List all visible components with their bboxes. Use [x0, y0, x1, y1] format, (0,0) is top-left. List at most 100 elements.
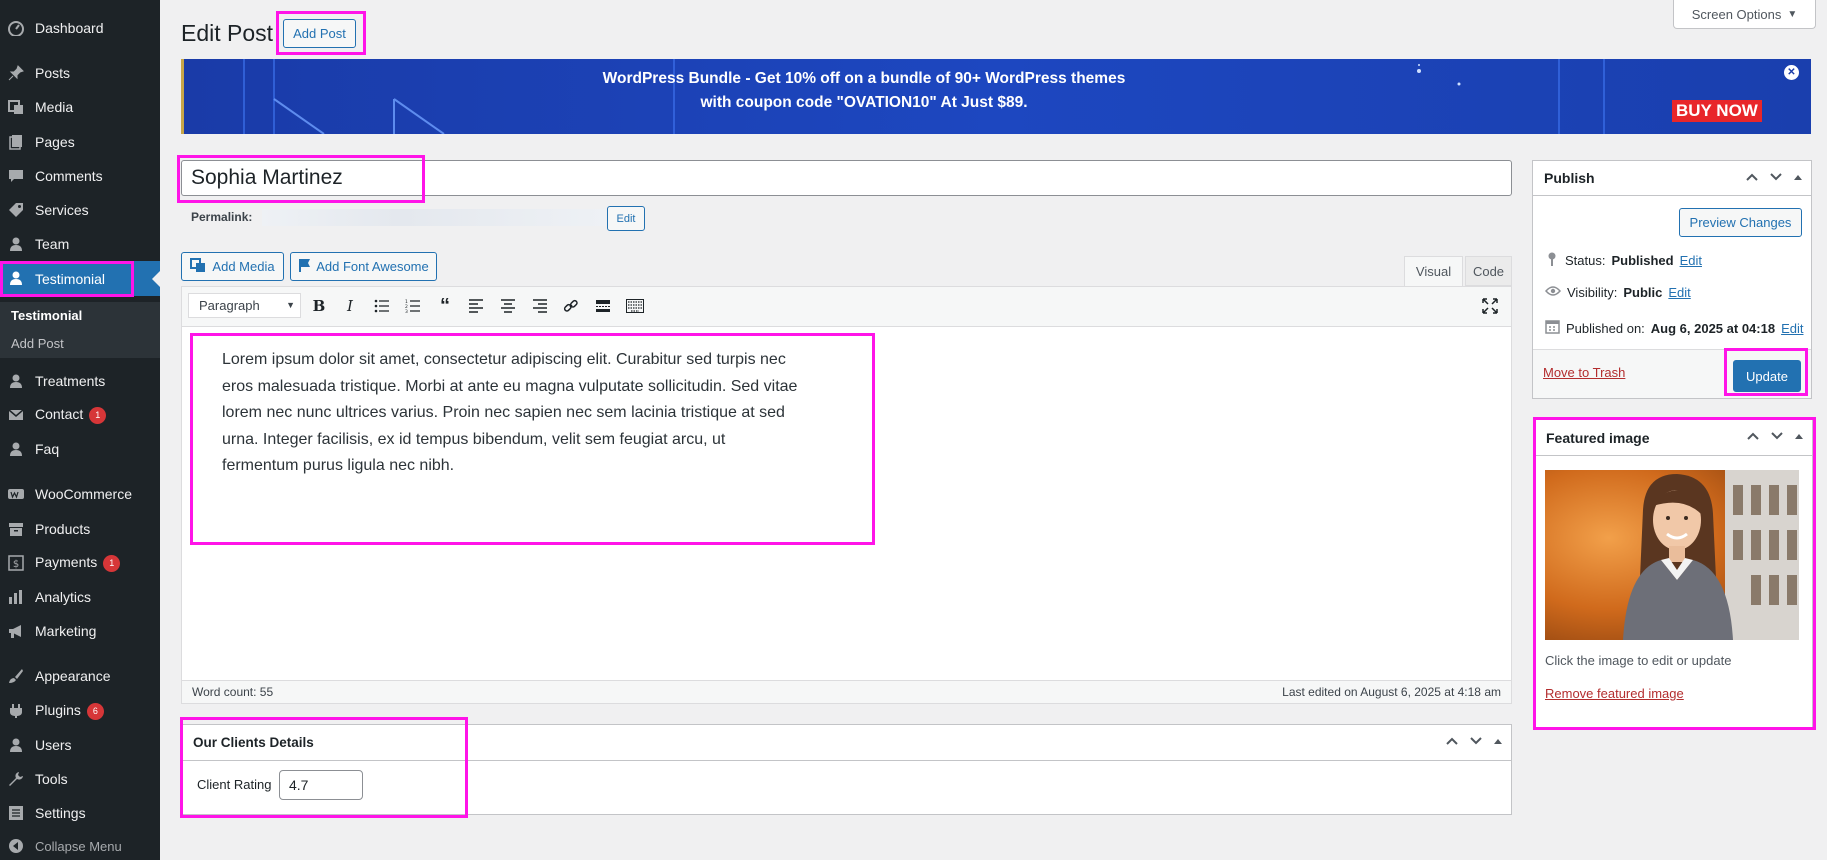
- permalink-label: Permalink:: [191, 210, 253, 224]
- published-edit-link[interactable]: Edit: [1781, 321, 1803, 336]
- numbered-list-icon[interactable]: 123: [402, 295, 424, 317]
- brush-icon: [8, 668, 24, 684]
- bold-icon[interactable]: B: [308, 295, 330, 317]
- align-right-icon[interactable]: [529, 295, 551, 317]
- menu-comments[interactable]: Comments: [0, 159, 160, 193]
- menu-posts[interactable]: Posts: [0, 56, 160, 90]
- payments-count-badge: 1: [103, 554, 121, 572]
- menu-marketing[interactable]: Marketing: [0, 614, 160, 648]
- fullscreen-icon[interactable]: [1479, 295, 1501, 317]
- word-count: Word count: 55: [192, 685, 274, 699]
- move-to-trash-link[interactable]: Move to Trash: [1543, 365, 1625, 380]
- status-label: Status:: [1565, 253, 1606, 268]
- media-icon: [8, 99, 24, 115]
- submenu-testimonial[interactable]: Testimonial: [0, 302, 160, 330]
- eye-icon: [1545, 285, 1561, 300]
- contact-count-badge: 1: [89, 406, 107, 424]
- add-font-awesome-button[interactable]: Add Font Awesome: [290, 252, 437, 281]
- box-controls: [1445, 735, 1503, 749]
- featured-image-box: Featured image Click the image to edit o…: [1534, 419, 1813, 729]
- chevron-down-icon[interactable]: [1469, 735, 1483, 749]
- megaphone-icon: [8, 623, 24, 639]
- screen-options-button[interactable]: Screen Options ▼: [1673, 0, 1816, 29]
- banner-line-1: WordPress Bundle - Get 10% off on a bund…: [602, 70, 1126, 87]
- chevron-up-icon[interactable]: [1445, 735, 1459, 749]
- italic-icon[interactable]: I: [339, 295, 361, 317]
- read-more-icon[interactable]: [592, 295, 614, 317]
- menu-media[interactable]: Media: [0, 90, 160, 124]
- page-title: Edit Post: [181, 20, 274, 46]
- bar-chart-icon: [8, 589, 24, 605]
- user-icon: [8, 441, 24, 457]
- status-edit-link[interactable]: Edit: [1680, 253, 1702, 268]
- menu-tools[interactable]: Tools: [0, 762, 160, 796]
- permalink-edit-button[interactable]: Edit: [607, 206, 645, 231]
- menu-treatments[interactable]: Treatments: [0, 364, 160, 398]
- plugin-icon: [8, 703, 24, 719]
- format-select-value: Paragraph: [199, 298, 260, 313]
- user-icon: [8, 737, 24, 753]
- active-arrow: [152, 271, 160, 287]
- visibility-edit-link[interactable]: Edit: [1668, 285, 1690, 300]
- menu-plugins[interactable]: Plugins 6: [0, 694, 160, 728]
- menu-woocommerce[interactable]: WooCommerce: [0, 477, 160, 511]
- menu-products[interactable]: Products: [0, 512, 160, 546]
- add-post-button[interactable]: Add Post: [283, 19, 356, 48]
- link-icon[interactable]: [560, 295, 582, 317]
- align-left-icon[interactable]: [465, 295, 487, 317]
- toolbar-toggle-icon[interactable]: [624, 295, 646, 317]
- editor-container: Paragraph ▼ B I 123 “ Lorem ipsum dolor s…: [181, 286, 1512, 704]
- menu-pages[interactable]: Pages: [0, 125, 160, 159]
- svg-text:3: 3: [405, 309, 408, 313]
- menu-team[interactable]: Team: [0, 227, 160, 261]
- chevron-down-icon[interactable]: [1769, 171, 1783, 185]
- blockquote-icon[interactable]: “: [434, 295, 456, 317]
- client-rating-input[interactable]: 4.7: [279, 770, 363, 800]
- post-title-input[interactable]: Sophia Martinez: [181, 160, 1512, 196]
- add-media-button[interactable]: Add Media: [181, 252, 284, 281]
- collapse-menu[interactable]: Collapse Menu: [0, 829, 160, 860]
- menu-faq[interactable]: Faq: [0, 432, 160, 466]
- tab-visual[interactable]: Visual: [1404, 256, 1463, 286]
- menu-users[interactable]: Users: [0, 728, 160, 762]
- featured-image-title: Featured image: [1546, 429, 1650, 446]
- close-icon[interactable]: ✕: [1784, 65, 1799, 80]
- menu-payments[interactable]: $ Payments 1: [0, 546, 160, 580]
- menu-analytics[interactable]: Analytics: [0, 580, 160, 614]
- permalink-url-blurred[interactable]: [262, 209, 606, 226]
- testimonial-submenu: Testimonial Add Post: [0, 302, 160, 358]
- user-icon: [8, 270, 24, 286]
- menu-dashboard[interactable]: Dashboard: [0, 11, 160, 45]
- align-center-icon[interactable]: [497, 295, 519, 317]
- pin-icon: [1545, 251, 1559, 270]
- clients-details-title: Our Clients Details: [193, 735, 314, 750]
- toggle-panel-icon[interactable]: [1793, 171, 1803, 185]
- update-button[interactable]: Update: [1733, 360, 1801, 392]
- menu-settings[interactable]: Settings: [0, 796, 160, 830]
- toggle-panel-icon[interactable]: [1794, 430, 1804, 444]
- menu-services[interactable]: Services: [0, 193, 160, 227]
- bullet-list-icon[interactable]: [371, 295, 393, 317]
- tag-icon: [8, 202, 24, 218]
- editor-content[interactable]: Lorem ipsum dolor sit amet, consectetur …: [222, 347, 802, 480]
- remove-featured-image-link[interactable]: Remove featured image: [1545, 686, 1684, 701]
- chevron-down-icon[interactable]: [1770, 430, 1784, 444]
- publish-title: Publish: [1544, 170, 1595, 186]
- menu-testimonial[interactable]: Testimonial: [0, 261, 160, 296]
- format-select[interactable]: Paragraph ▼: [188, 293, 301, 318]
- submenu-add-post[interactable]: Add Post: [0, 330, 160, 358]
- screen-options-label: Screen Options: [1691, 6, 1782, 22]
- menu-contact[interactable]: Contact 1: [0, 398, 160, 432]
- toggle-panel-icon[interactable]: [1493, 735, 1503, 749]
- chevron-up-icon[interactable]: [1745, 171, 1759, 185]
- buy-now-button[interactable]: BUY NOW: [1672, 100, 1762, 122]
- archive-icon: [8, 521, 24, 537]
- featured-image[interactable]: [1545, 470, 1799, 640]
- editor-toolbar: Paragraph ▼ B I 123 “: [182, 287, 1511, 327]
- last-edited: Last edited on August 6, 2025 at 4:18 am: [1282, 685, 1501, 699]
- chevron-up-icon[interactable]: [1746, 430, 1760, 444]
- tab-code[interactable]: Code: [1465, 256, 1512, 286]
- preview-changes-button[interactable]: Preview Changes: [1679, 208, 1802, 237]
- clients-details-box: Our Clients Details Client Rating 4.7: [181, 724, 1512, 815]
- menu-appearance[interactable]: Appearance: [0, 659, 160, 693]
